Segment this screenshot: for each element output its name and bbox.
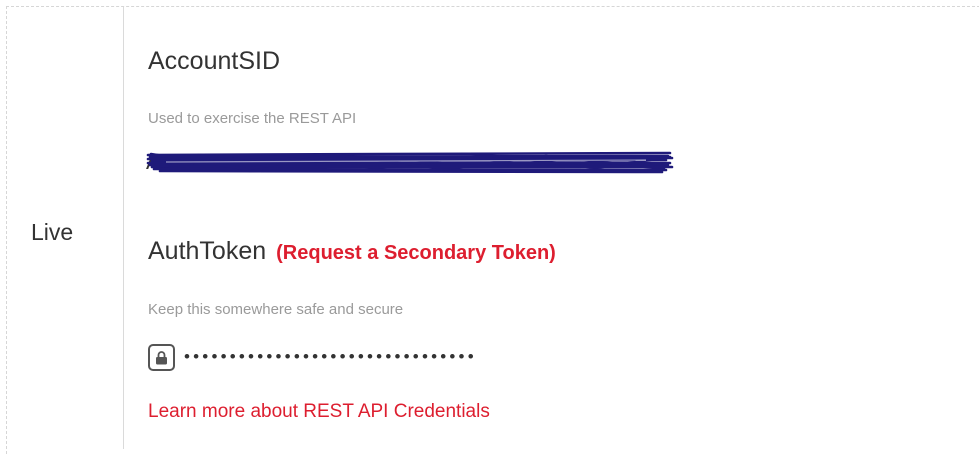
environment-label: Live (31, 219, 74, 245)
credentials-column: AccountSID Used to exercise the REST API… (124, 7, 979, 449)
environment-column: Live (7, 7, 124, 449)
credentials-panel: Live AccountSID Used to exercise the RES… (6, 6, 979, 454)
account-sid-title: AccountSID (148, 47, 281, 75)
reveal-token-button[interactable] (148, 344, 175, 371)
auth-token-title: AuthToken (148, 237, 267, 265)
request-secondary-token-link[interactable]: (Request a Secondary Token) (276, 242, 556, 264)
auth-token-masked-value[interactable]: •••••••••••••••••••••••••••••••• (184, 345, 477, 369)
auth-token-title-row: AuthToken (Request a Secondary Token) (148, 237, 556, 266)
account-sid-value[interactable]: A (146, 147, 674, 175)
account-sid-description: Used to exercise the REST API (148, 110, 357, 127)
lock-icon (156, 350, 167, 364)
redaction-scribble (146, 151, 674, 174)
auth-token-description: Keep this somewhere safe and secure (148, 301, 404, 318)
learn-more-credentials-link[interactable]: Learn more about REST API Credentials (148, 401, 490, 423)
